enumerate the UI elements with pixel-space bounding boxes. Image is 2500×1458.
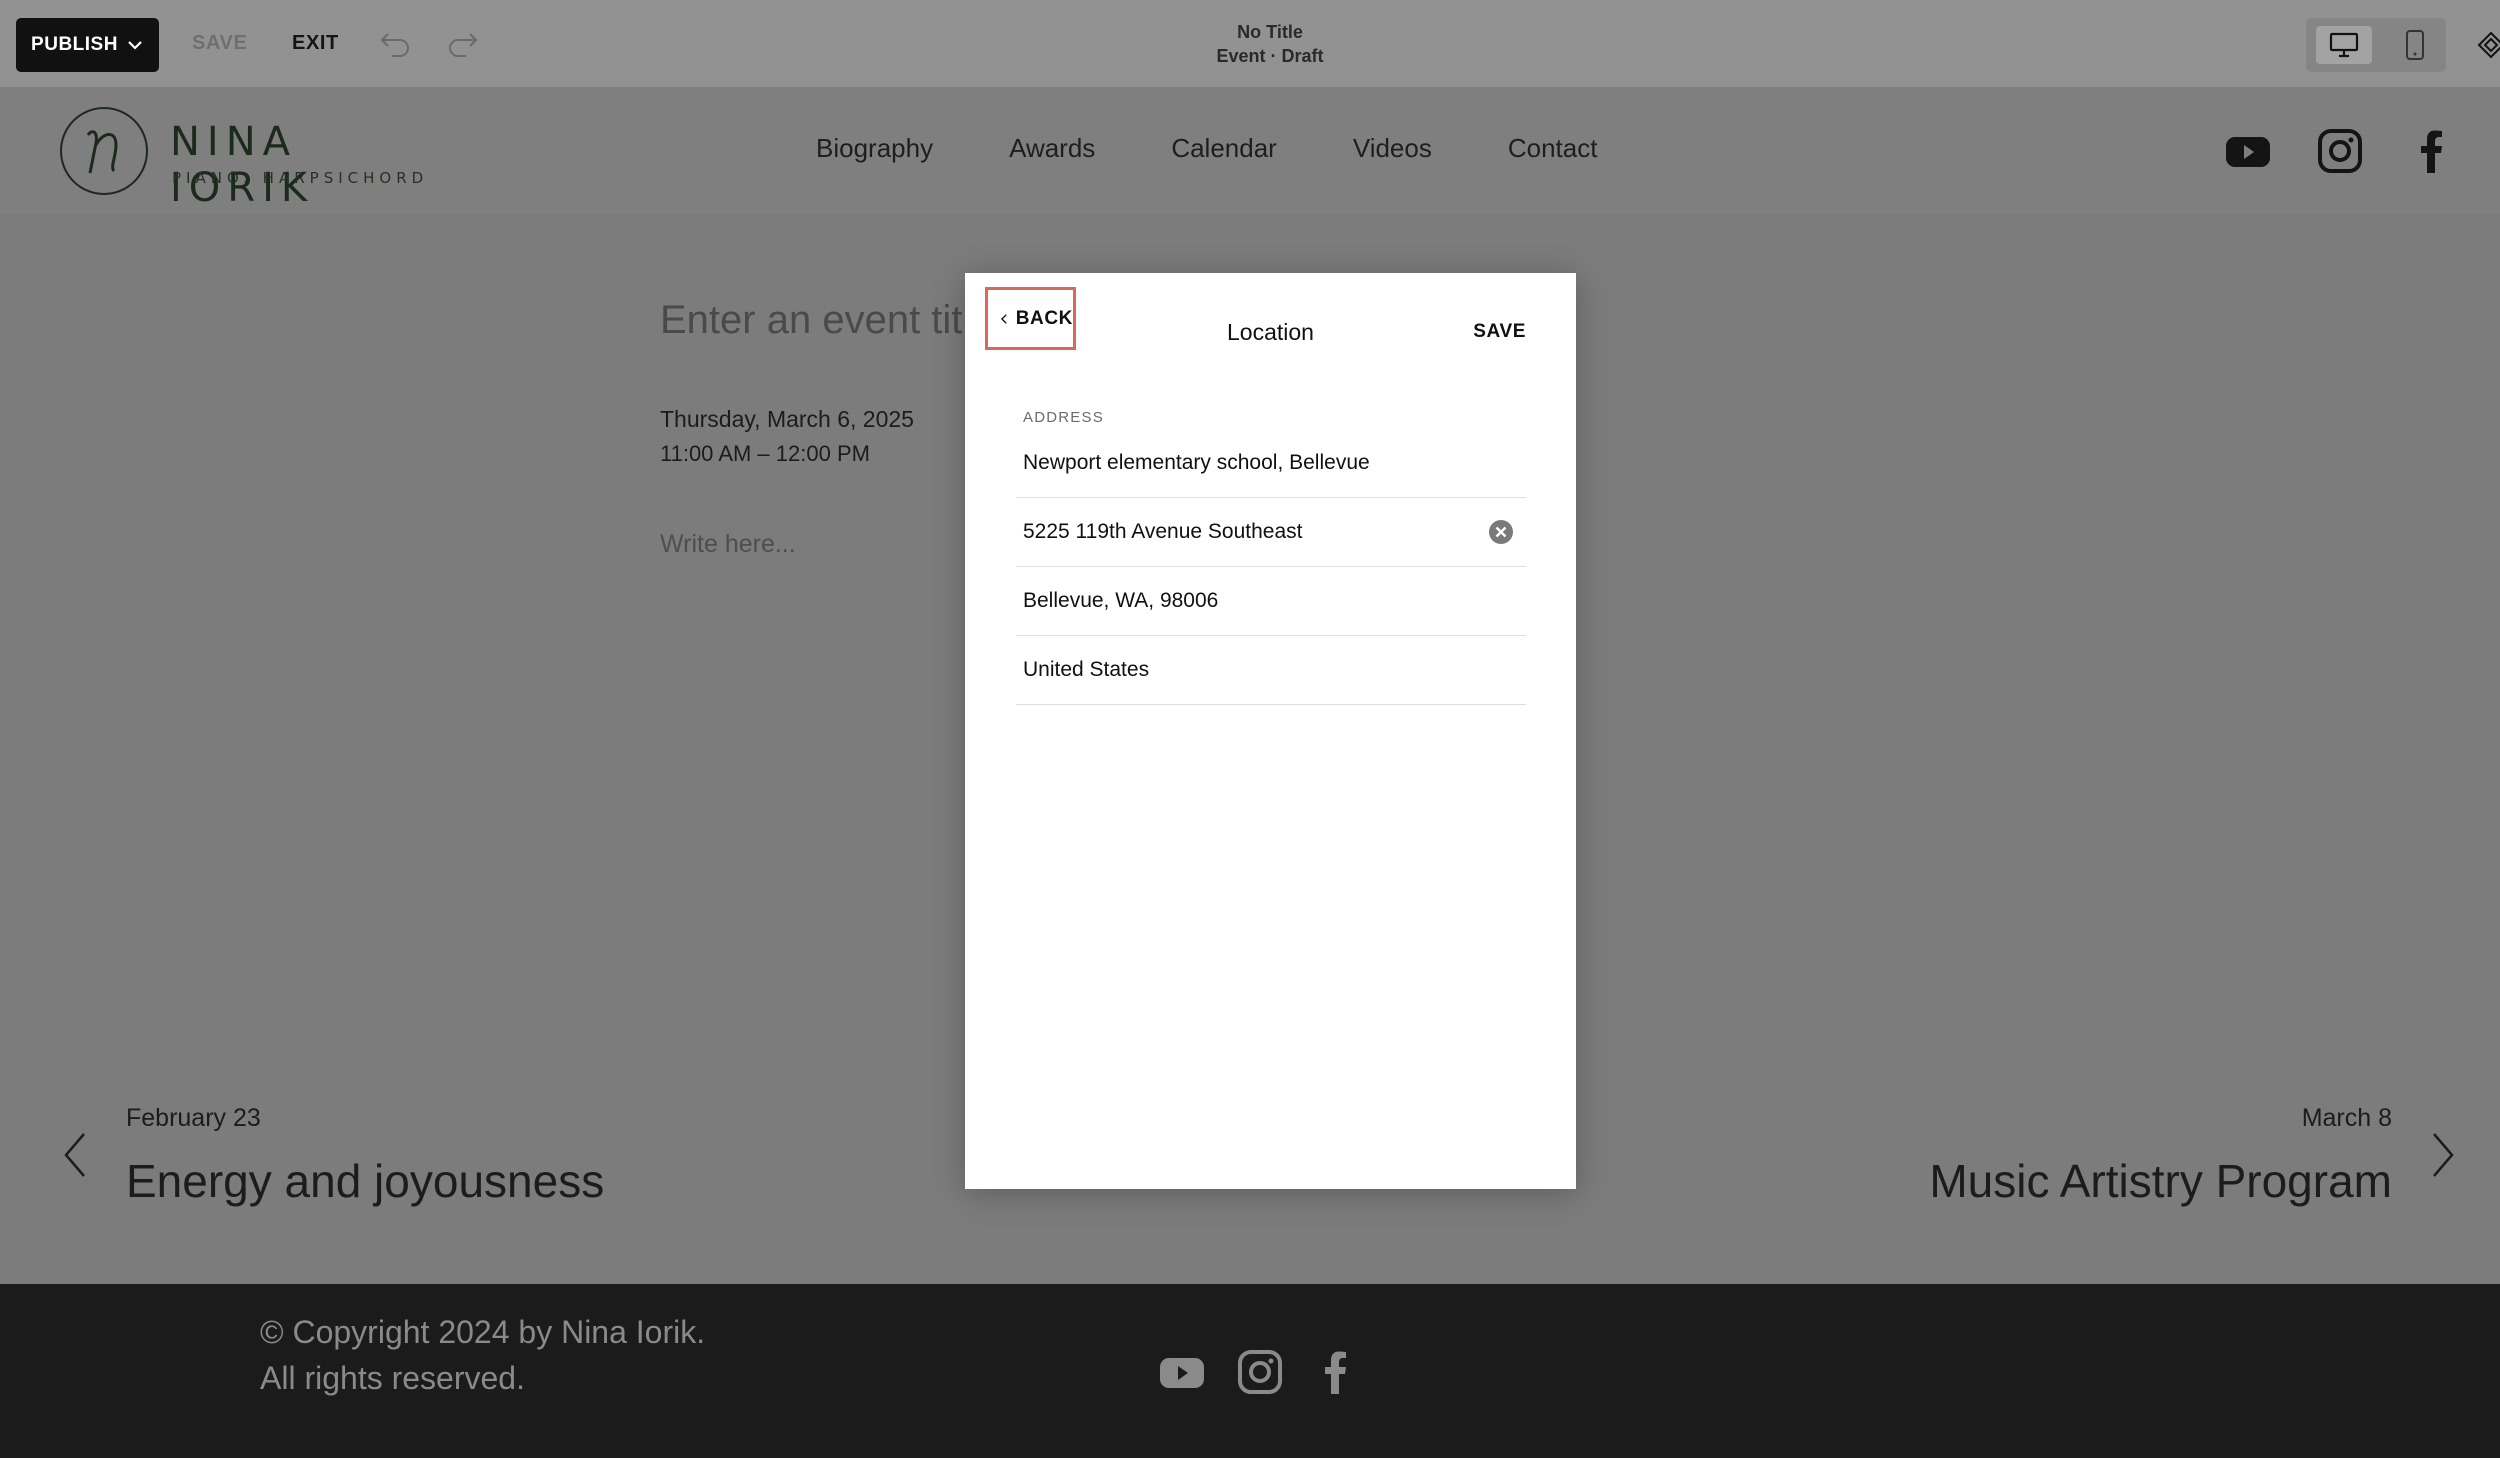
chevron-right-icon[interactable] <box>2428 1130 2458 1180</box>
nav-item-awards[interactable]: Awards <box>1009 133 1095 164</box>
redo-icon[interactable] <box>446 26 480 60</box>
site-header: NINA IORIK PIANO. HARPSICHORD Biography … <box>0 89 2500 214</box>
site-logo[interactable]: NINA IORIK PIANO. HARPSICHORD <box>58 105 438 211</box>
event-date[interactable]: Thursday, March 6, 2025 <box>660 406 914 433</box>
address-street-field[interactable]: 5225 119th Avenue Southeast <box>1016 498 1526 567</box>
nav-item-biography[interactable]: Biography <box>816 133 933 164</box>
youtube-icon[interactable] <box>2222 125 2274 177</box>
nav-item-contact[interactable]: Contact <box>1508 133 1598 164</box>
address-country-field[interactable]: United States <box>1016 636 1526 705</box>
nav-item-videos[interactable]: Videos <box>1353 133 1432 164</box>
dialog-save-button[interactable]: SAVE <box>1473 321 1526 343</box>
event-time[interactable]: 11:00 AM – 12:00 PM <box>660 441 870 467</box>
doc-status: Event · Draft <box>1216 46 1324 66</box>
instagram-icon[interactable] <box>2314 125 2366 177</box>
nav-item-calendar[interactable]: Calendar <box>1171 133 1277 164</box>
address-country-value: United States <box>1023 658 1150 681</box>
layers-icon[interactable] <box>2476 30 2500 60</box>
prev-event-title[interactable]: Energy and joyousness <box>126 1154 604 1208</box>
prev-event-date[interactable]: February 23 <box>126 1104 261 1133</box>
address-city-value: Bellevue, WA, 98006 <box>1023 589 1219 612</box>
editor-toolbar: PUBLISH SAVE EXIT No Title Event · Draft <box>0 0 2500 88</box>
chevron-left-icon[interactable] <box>60 1130 90 1180</box>
undo-icon[interactable] <box>378 26 412 60</box>
chevron-down-icon <box>128 41 142 50</box>
copyright-line-1: © Copyright 2024 by Nina Iorik. <box>260 1314 706 1350</box>
event-body-input[interactable]: Write here... <box>660 530 796 559</box>
toolbar-exit-button[interactable]: EXIT <box>292 32 339 55</box>
document-title: No Title Event · Draft <box>1100 20 1440 68</box>
publish-label: PUBLISH <box>31 34 118 55</box>
next-event-date[interactable]: March 8 <box>2302 1104 2392 1133</box>
address-name-field[interactable]: Newport elementary school, Bellevue <box>1016 429 1526 498</box>
logo-name: NINA IORIK <box>170 119 315 211</box>
instagram-icon[interactable] <box>1236 1348 1284 1396</box>
copyright-line-2: All rights reserved. <box>260 1360 525 1396</box>
mobile-icon <box>2406 30 2424 60</box>
main-nav: Biography Awards Calendar Videos Contact <box>816 133 1673 164</box>
logo-monogram-icon <box>60 107 148 195</box>
desktop-view-button[interactable] <box>2316 26 2372 64</box>
mobile-view-button[interactable] <box>2390 26 2440 64</box>
address-street-value: 5225 119th Avenue Southeast <box>1023 520 1303 543</box>
address-name-value: Newport elementary school, Bellevue <box>1023 451 1370 474</box>
address-city-field[interactable]: Bellevue, WA, 98006 <box>1016 567 1526 636</box>
desktop-icon <box>2329 32 2359 58</box>
youtube-icon[interactable] <box>1158 1348 1206 1396</box>
logo-subtitle: PIANO. HARPSICHORD <box>172 169 429 187</box>
toolbar-save-button[interactable]: SAVE <box>192 32 247 55</box>
facebook-icon[interactable] <box>1312 1348 1360 1396</box>
clear-icon[interactable] <box>1488 519 1514 545</box>
next-event-title[interactable]: Music Artistry Program <box>1929 1154 2392 1208</box>
facebook-icon[interactable] <box>2406 125 2458 177</box>
publish-button[interactable]: PUBLISH <box>16 18 159 72</box>
doc-title: No Title <box>1237 22 1303 42</box>
event-title-input[interactable]: Enter an event title <box>660 298 994 343</box>
address-label: ADDRESS <box>1023 409 1104 426</box>
location-dialog: BACK Location SAVE ADDRESS Newport eleme… <box>965 273 1576 1189</box>
site-footer: © Copyright 2024 by Nina Iorik. All righ… <box>0 1284 2500 1458</box>
